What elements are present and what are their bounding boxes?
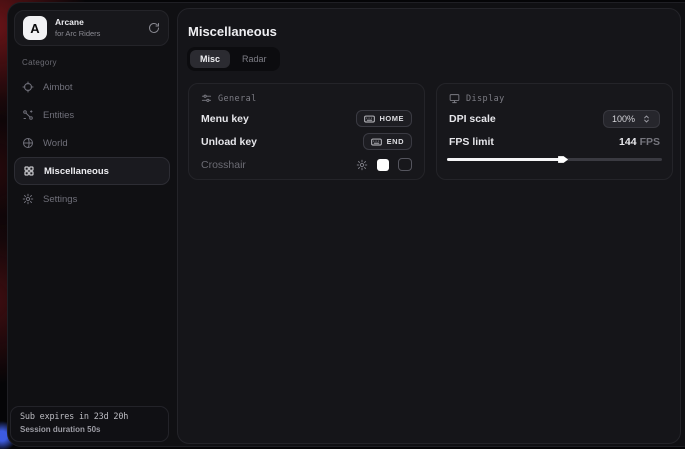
tab-misc[interactable]: Misc [190,50,230,68]
sidebar-item-entities[interactable]: Entities [14,101,170,129]
sidebar-item-label: Entities [43,110,74,121]
app-header-card: A Arcane for Arc Riders [14,10,169,46]
session-duration-text: Session duration 50s [20,425,159,434]
display-card-title: Display [466,94,505,104]
sidebar-nav: Aimbot Entities World [14,73,170,213]
dpi-scale-label: DPI scale [449,113,496,125]
general-card-title: General [218,94,257,104]
app-window: A Arcane for Arc Riders Category Aimbot [7,2,685,447]
display-card: Display DPI scale 100% FPS limit 144FPS [436,83,673,180]
general-card-header: General [201,93,412,104]
general-card: General Menu key HOME Unload key [188,83,425,180]
sidebar: A Arcane for Arc Riders Category Aimbot [8,3,176,446]
app-subtitle: for Arc Riders [55,29,100,39]
app-title-block: Arcane for Arc Riders [55,17,100,39]
sidebar-item-aimbot[interactable]: Aimbot [14,73,170,101]
unload-key-row: Unload key END [201,130,412,153]
crosshair-row: Crosshair [201,153,412,176]
sidebar-item-label: World [43,138,68,149]
crosshair-color-swatch[interactable] [377,159,389,171]
sub-expiry-text: Sub expires in 23d 20h [20,412,159,422]
entities-icon [22,109,34,121]
category-label: Category [22,58,57,67]
crosshair-icon [22,81,34,93]
sliders-icon [201,93,212,104]
dpi-scale-value: 100% [612,114,635,124]
grid-icon [23,165,35,177]
sidebar-item-label: Settings [43,194,77,205]
app-logo: A [23,16,47,40]
monitor-icon [449,93,460,104]
display-card-header: Display [449,93,660,104]
fps-limit-row: FPS limit 144FPS [449,130,660,153]
sidebar-item-settings[interactable]: Settings [14,185,170,213]
keyboard-icon [371,138,382,146]
sidebar-item-world[interactable]: World [14,129,170,157]
sidebar-item-miscellaneous[interactable]: Miscellaneous [14,157,170,185]
unload-key-label: Unload key [201,136,257,148]
desktop-background: { "app": { "logo_letter": "A", "name": "… [0,0,685,449]
tab-bar: Misc Radar [187,47,280,71]
fps-limit-value: 144FPS [619,136,660,148]
fps-limit-label: FPS limit [449,136,494,148]
main-panel: Miscellaneous Misc Radar General Menu ke… [177,8,681,444]
dpi-scale-select[interactable]: 100% [603,110,660,128]
crosshair-enable-checkbox[interactable] [398,158,412,171]
globe-icon [22,137,34,149]
slider-thumb[interactable] [558,155,568,164]
menu-key-value: HOME [380,114,405,123]
sync-icon[interactable] [148,22,160,34]
crosshair-controls [356,158,412,171]
subscription-card: Sub expires in 23d 20h Session duration … [10,406,169,442]
menu-key-row: Menu key HOME [201,107,412,130]
tab-radar[interactable]: Radar [232,50,277,68]
crosshair-settings-gear-icon[interactable] [356,159,368,171]
keyboard-icon [364,115,375,123]
app-name: Arcane [55,17,100,28]
fps-limit-slider[interactable] [447,158,662,161]
sidebar-item-label: Miscellaneous [44,166,109,177]
fps-unit: FPS [640,136,660,148]
menu-key-label: Menu key [201,113,249,125]
sidebar-item-label: Aimbot [43,82,73,93]
unload-key-bind-button[interactable]: END [363,133,412,150]
unload-key-value: END [387,137,404,146]
chevron-up-down-icon [642,114,651,124]
menu-key-bind-button[interactable]: HOME [356,110,413,127]
dpi-scale-row: DPI scale 100% [449,107,660,130]
gear-icon [22,193,34,205]
crosshair-label: Crosshair [201,159,246,171]
slider-fill [447,158,563,161]
page-title: Miscellaneous [188,24,277,39]
